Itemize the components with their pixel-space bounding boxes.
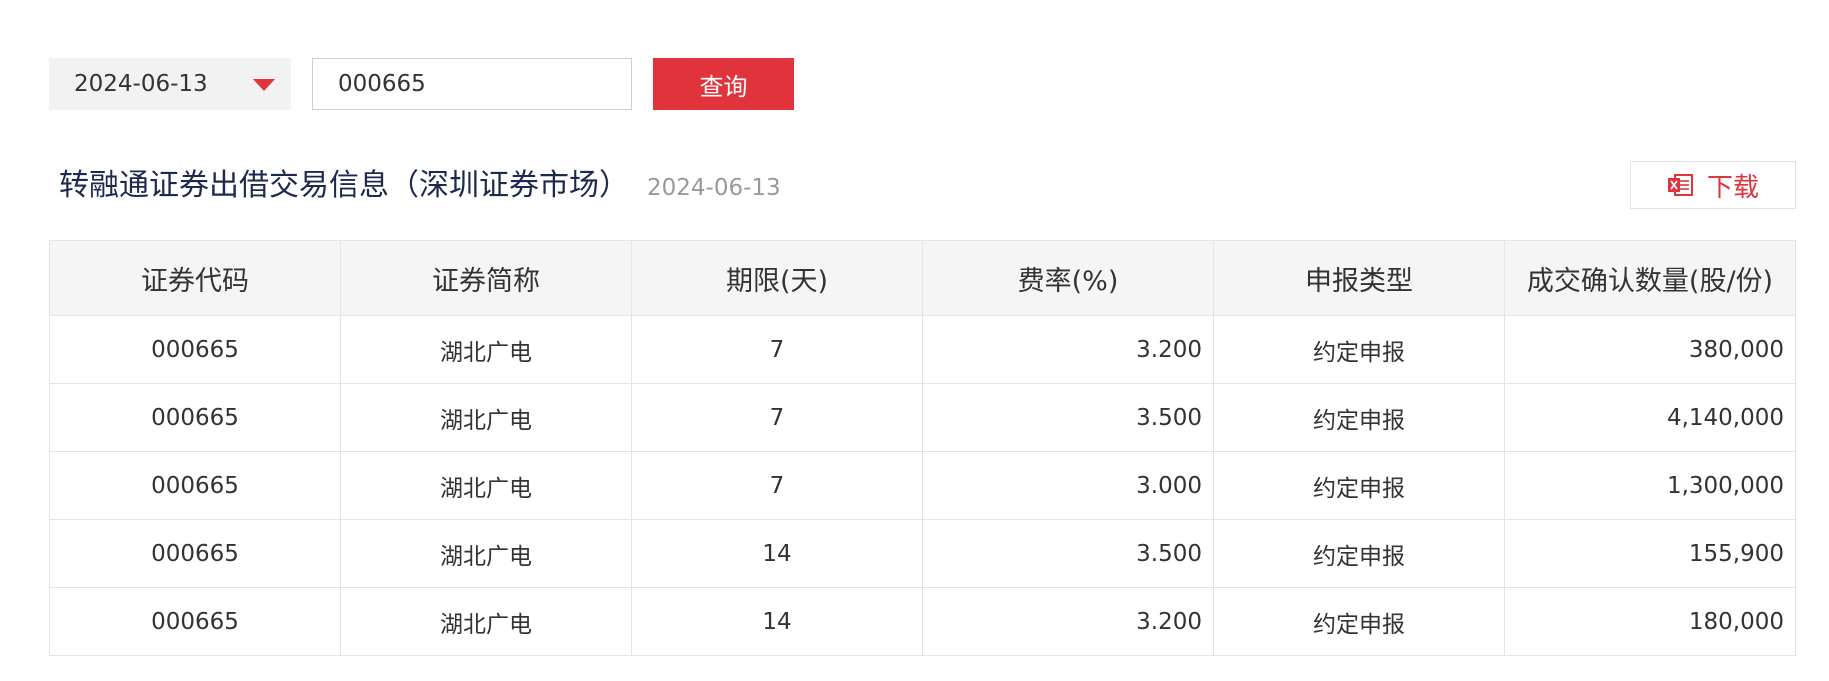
table-row: 000665 湖北广电 14 3.500 约定申报 155,900 bbox=[49, 519, 1796, 588]
table-header-row: 证券代码 证券简称 期限(天) 费率(%) 申报类型 成交确认数量(股/份) bbox=[49, 240, 1796, 316]
column-header-type: 申报类型 bbox=[1213, 240, 1505, 316]
cell-quantity: 180,000 bbox=[1504, 587, 1796, 656]
cell-name: 湖北广电 bbox=[340, 587, 632, 656]
column-header-quantity: 成交确认数量(股/份) bbox=[1504, 240, 1796, 316]
cell-code: 000665 bbox=[49, 587, 341, 656]
query-toolbar: 2024-06-13 查询 bbox=[49, 58, 794, 110]
column-header-name: 证券简称 bbox=[340, 240, 632, 316]
cell-term: 7 bbox=[631, 451, 923, 520]
table-row: 000665 湖北广电 7 3.000 约定申报 1,300,000 bbox=[49, 451, 1796, 520]
cell-type: 约定申报 bbox=[1213, 519, 1505, 588]
date-select[interactable]: 2024-06-13 bbox=[49, 58, 291, 110]
cell-name: 湖北广电 bbox=[340, 383, 632, 452]
cell-quantity: 380,000 bbox=[1504, 315, 1796, 384]
cell-term: 7 bbox=[631, 315, 923, 384]
title-row: 转融通证券出借交易信息（深圳证券市场） 2024-06-13 bbox=[59, 160, 781, 212]
cell-type: 约定申报 bbox=[1213, 451, 1505, 520]
column-header-term: 期限(天) bbox=[631, 240, 923, 316]
column-header-rate: 费率(%) bbox=[922, 240, 1214, 316]
cell-quantity: 4,140,000 bbox=[1504, 383, 1796, 452]
cell-term: 14 bbox=[631, 519, 923, 588]
cell-code: 000665 bbox=[49, 519, 341, 588]
lending-table: 证券代码 证券简称 期限(天) 费率(%) 申报类型 成交确认数量(股/份) 0… bbox=[49, 240, 1796, 656]
cell-name: 湖北广电 bbox=[340, 315, 632, 384]
table-row: 000665 湖北广电 14 3.200 约定申报 180,000 bbox=[49, 587, 1796, 656]
cell-type: 约定申报 bbox=[1213, 315, 1505, 384]
caret-down-icon[interactable] bbox=[253, 79, 275, 91]
page-title: 转融通证券出借交易信息（深圳证券市场） bbox=[59, 168, 629, 203]
cell-code: 000665 bbox=[49, 315, 341, 384]
cell-name: 湖北广电 bbox=[340, 451, 632, 520]
lending-table-container: 证券代码 证券简称 期限(天) 费率(%) 申报类型 成交确认数量(股/份) 0… bbox=[49, 240, 1796, 656]
cell-type: 约定申报 bbox=[1213, 383, 1505, 452]
table-row: 000665 湖北广电 7 3.500 约定申报 4,140,000 bbox=[49, 383, 1796, 452]
table-row: 000665 湖北广电 7 3.200 约定申报 380,000 bbox=[49, 315, 1796, 384]
cell-code: 000665 bbox=[49, 451, 341, 520]
download-label: 下载 bbox=[1706, 172, 1759, 203]
security-code-input[interactable] bbox=[312, 58, 632, 110]
download-button[interactable]: 下载 bbox=[1630, 161, 1796, 209]
cell-quantity: 1,300,000 bbox=[1504, 451, 1796, 520]
cell-quantity: 155,900 bbox=[1504, 519, 1796, 588]
cell-rate: 3.500 bbox=[922, 383, 1214, 452]
query-button[interactable]: 查询 bbox=[653, 58, 794, 110]
cell-term: 14 bbox=[631, 587, 923, 656]
cell-rate: 3.000 bbox=[922, 451, 1214, 520]
cell-term: 7 bbox=[631, 383, 923, 452]
cell-rate: 3.500 bbox=[922, 519, 1214, 588]
title-date: 2024-06-13 bbox=[647, 175, 781, 201]
date-select-value: 2024-06-13 bbox=[74, 71, 208, 97]
cell-name: 湖北广电 bbox=[340, 519, 632, 588]
cell-code: 000665 bbox=[49, 383, 341, 452]
cell-type: 约定申报 bbox=[1213, 587, 1505, 656]
column-header-code: 证券代码 bbox=[49, 240, 341, 316]
excel-icon bbox=[1667, 174, 1693, 196]
cell-rate: 3.200 bbox=[922, 315, 1214, 384]
cell-rate: 3.200 bbox=[922, 587, 1214, 656]
